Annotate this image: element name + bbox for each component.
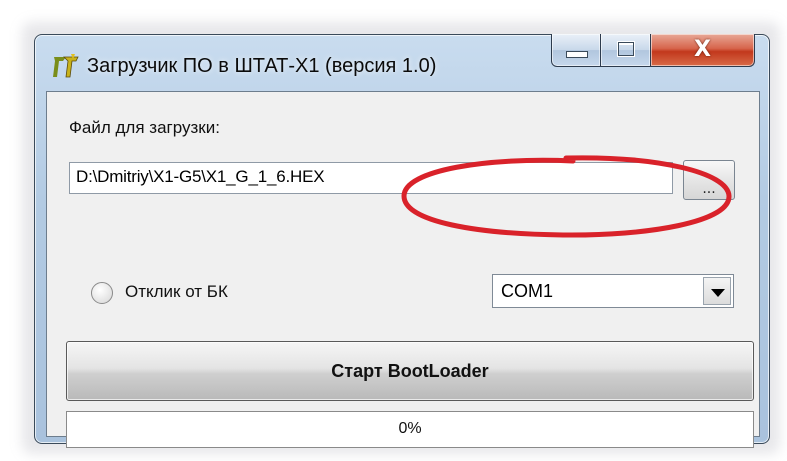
start-bootloader-button[interactable]: Старт BootLoader: [66, 341, 754, 401]
window-title: Загрузчик ПО в ШТАТ-Х1 (версия 1.0): [87, 55, 437, 77]
client-area: Файл для загрузки: D:\Dmitriy\X1-G5\X1_G…: [46, 91, 760, 448]
close-icon: X: [694, 37, 711, 62]
caption-buttons: X: [551, 34, 757, 68]
progress-bar: 0%: [66, 411, 754, 448]
maximize-button[interactable]: [601, 34, 651, 67]
com-port-value: COM1: [501, 281, 554, 301]
browse-button[interactable]: ...: [683, 160, 735, 200]
dropdown-arrow-icon[interactable]: [703, 277, 731, 305]
minimize-button[interactable]: [551, 34, 601, 67]
title-bar[interactable]: Загрузчик ПО в ШТАТ-Х1 (версия 1.0) X: [35, 34, 769, 91]
progress-text: 0%: [398, 420, 422, 437]
file-path-input[interactable]: D:\Dmitriy\X1-G5\X1_G_1_6.HEX: [69, 162, 673, 194]
minimize-icon: [566, 51, 588, 58]
com-port-select[interactable]: COM1: [492, 274, 734, 308]
app-logo-icon: [53, 54, 79, 78]
file-label: Файл для загрузки:: [69, 118, 220, 137]
close-button[interactable]: X: [651, 34, 755, 67]
radio-label: Отклик от БК: [125, 282, 228, 301]
app-window: Загрузчик ПО в ШТАТ-Х1 (версия 1.0) X Фа…: [34, 34, 770, 448]
maximize-icon: [618, 42, 634, 56]
radio-circle-icon[interactable]: [91, 282, 113, 304]
